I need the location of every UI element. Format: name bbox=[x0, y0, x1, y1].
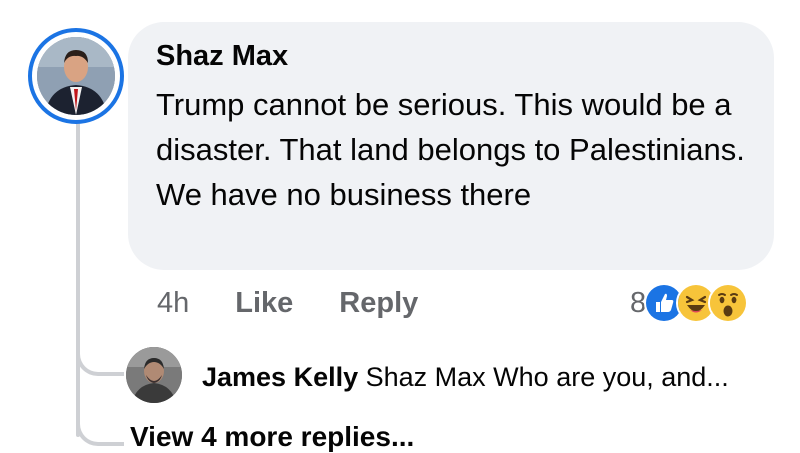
commenter-avatar[interactable] bbox=[28, 28, 124, 124]
comment-text: Trump cannot be serious. This would be a… bbox=[156, 87, 745, 212]
view-more-replies-link[interactable]: View 4 more replies... bbox=[130, 421, 414, 453]
reply-author-name[interactable]: James Kelly bbox=[202, 362, 358, 392]
thread-connector bbox=[76, 418, 124, 446]
like-button[interactable]: Like bbox=[235, 287, 293, 320]
person-photo bbox=[126, 347, 182, 403]
reply-button[interactable]: Reply bbox=[339, 287, 418, 320]
comment-actions: 4h Like Reply bbox=[157, 285, 418, 321]
comment-timestamp[interactable]: 4h bbox=[157, 287, 189, 320]
comment-author-name[interactable]: Shaz Max bbox=[156, 38, 744, 74]
wow-icon bbox=[708, 283, 749, 323]
reply-author-avatar[interactable] bbox=[126, 347, 182, 403]
reply-text: Shaz Max Who are you, and... bbox=[365, 362, 729, 392]
reply-preview[interactable]: James Kelly Shaz Max Who are you, and... bbox=[202, 360, 729, 394]
thread-connector bbox=[76, 348, 124, 376]
reactions-summary[interactable]: 8 bbox=[630, 283, 749, 323]
comment-bubble: Shaz Max Trump cannot be serious. This w… bbox=[128, 22, 774, 270]
thread-line bbox=[76, 112, 80, 437]
person-photo bbox=[37, 37, 115, 115]
